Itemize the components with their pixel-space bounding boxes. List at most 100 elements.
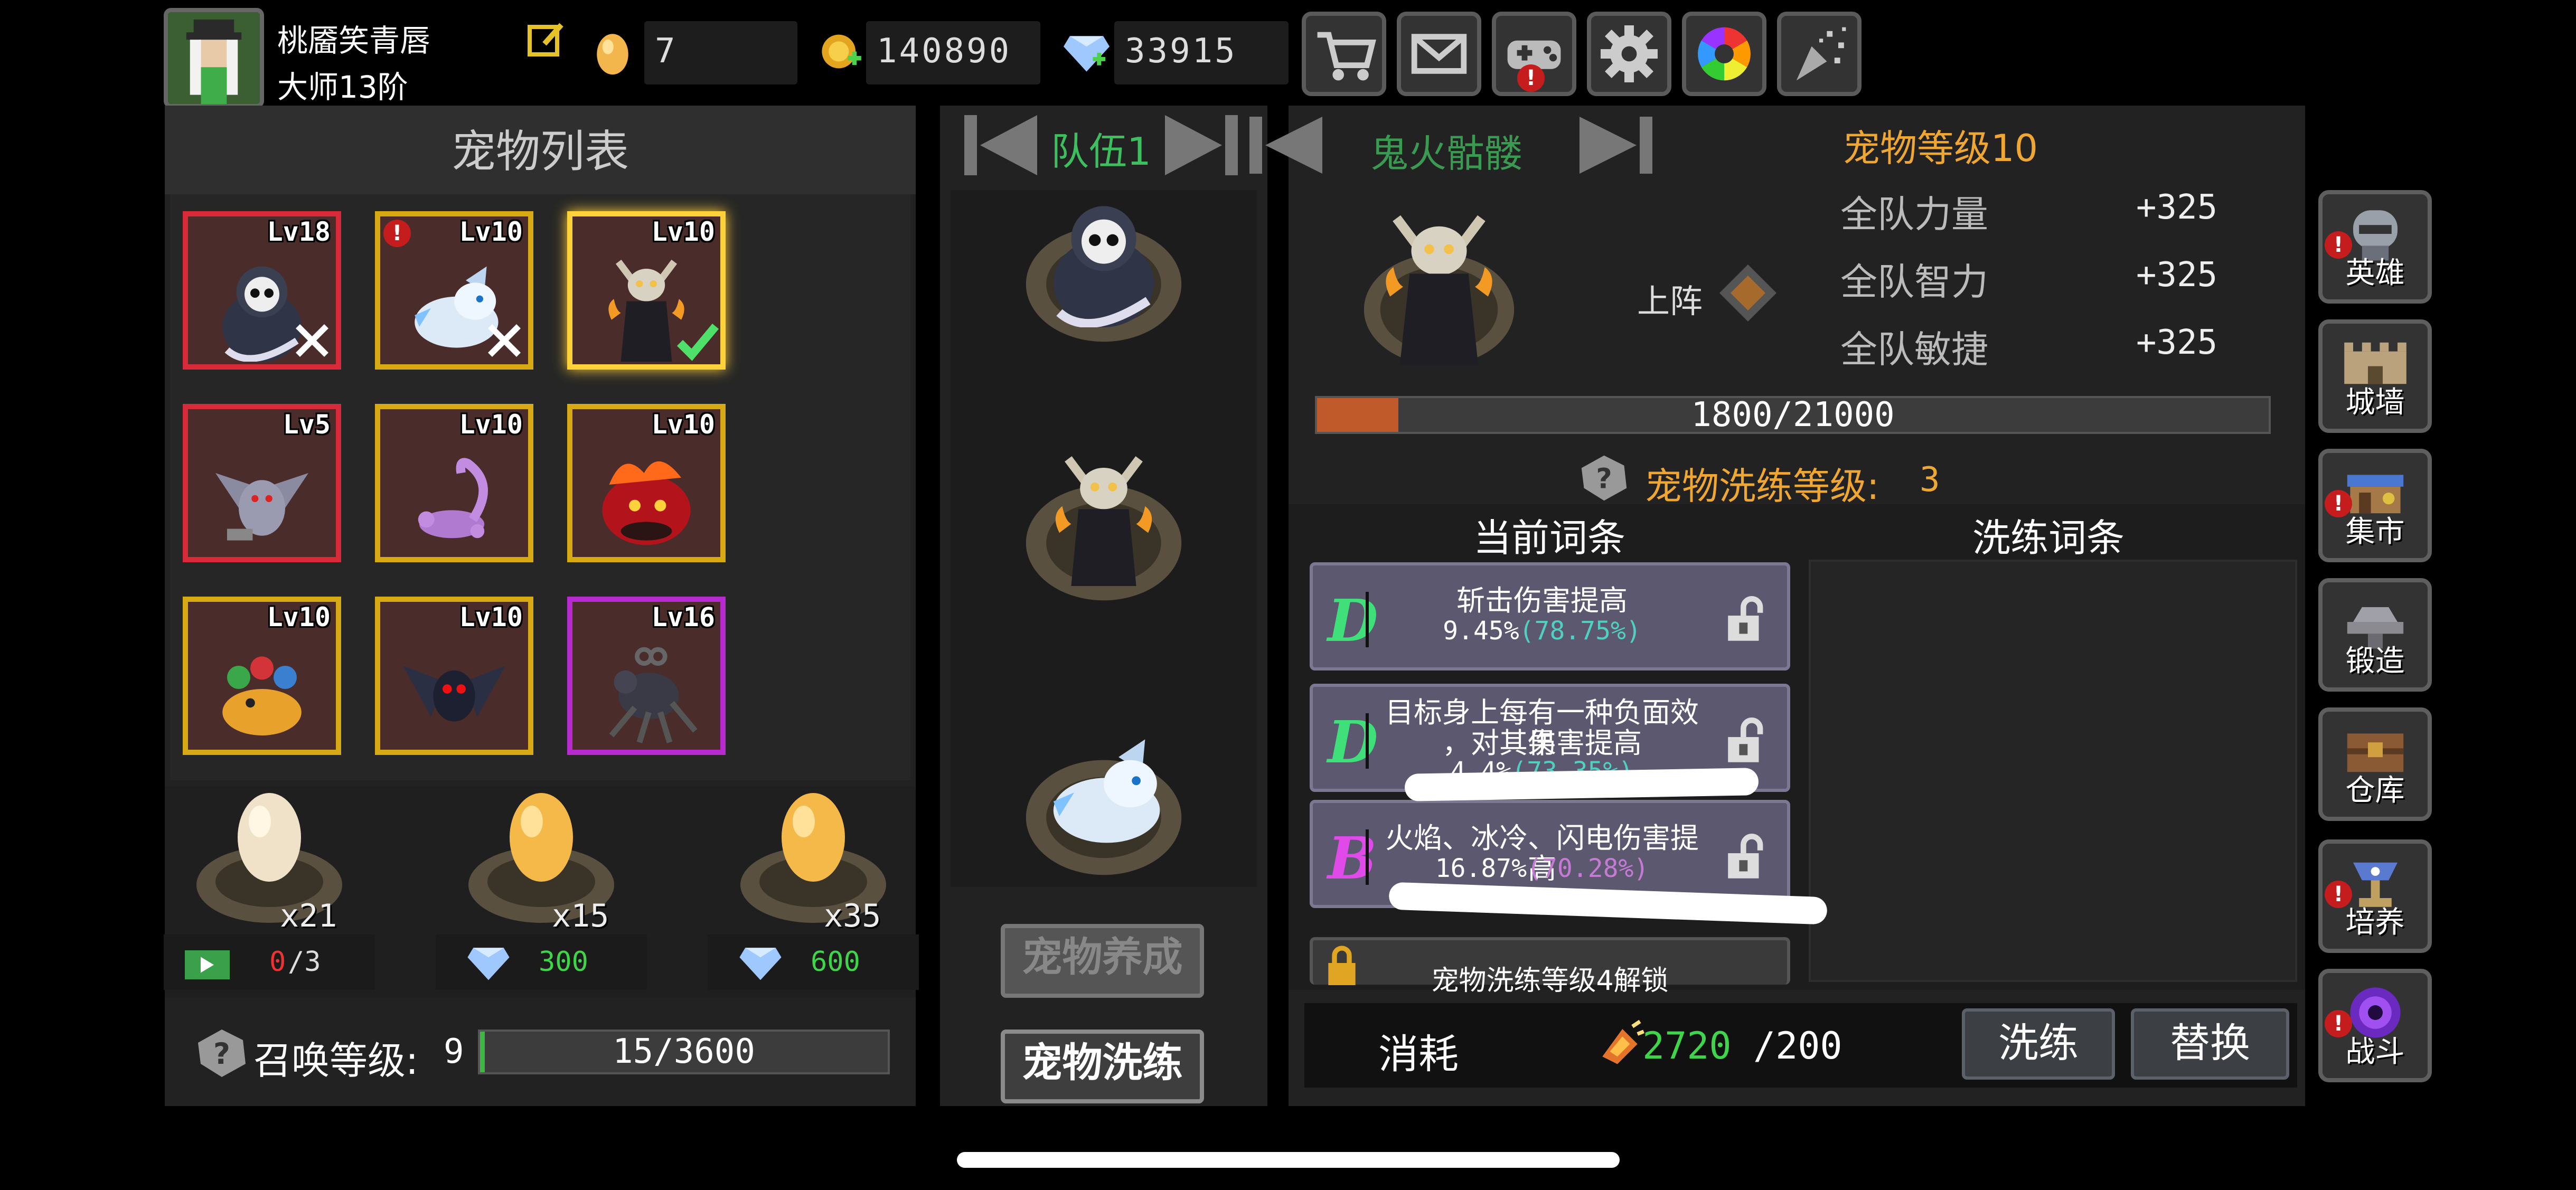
diamond-icon [465,944,512,982]
side-menu-button[interactable]: 战斗! [2318,969,2432,1082]
deploy-label: 上阵 [1637,282,1703,320]
pet-card[interactable]: Lv18 [183,211,341,370]
avatar-portrait-icon [168,12,260,104]
settings-button[interactable] [1587,12,1671,96]
color-wheel-button[interactable] [1682,12,1766,96]
pet-list-title: 宠物列表 [451,126,629,177]
alert-icon: ! [383,220,411,247]
party-popper-icon [1796,27,1846,81]
entry-value: 16.87%(70.28%) [1376,854,1708,883]
crossed-swords-icon [288,317,336,364]
help-icon[interactable]: ? [195,1027,248,1080]
refine-help-icon[interactable]: ? [1579,453,1629,503]
scorpion-icon [391,438,518,554]
pet-card[interactable]: Lv10 [183,597,341,755]
locked-entry-text: 宠物洗练等级4解锁 [1431,965,1669,997]
envelope-icon [1411,34,1467,74]
team-prev-arrow[interactable] [961,108,1040,182]
team-next-arrow[interactable] [1162,108,1241,182]
player-avatar[interactable] [164,8,264,108]
entry-value-percent: (78.75%) [1519,616,1641,646]
equipped-check-icon [673,317,720,364]
pet-refine-tab-button[interactable]: 宠物洗练 [1001,1030,1204,1103]
gold-resource-count: 140890 [877,32,1012,71]
home-indicator[interactable] [957,1152,1620,1168]
unlocked-padlock-icon[interactable] [1724,717,1766,765]
lava-beast-icon [583,438,710,554]
side-menu-button[interactable]: 培养! [2318,839,2432,953]
ghostfire-skeleton-icon [1364,215,1515,365]
summon-progress-text: 15/3600 [613,1032,755,1071]
pet-card[interactable]: Lv10 [375,404,533,562]
side-menu-button[interactable]: 仓库 [2318,707,2432,821]
egg-resource-icon [594,26,631,77]
edit-name-icon[interactable] [525,18,568,61]
alert-icon: ! [2325,490,2352,517]
grade-divider [1366,592,1369,647]
team-slot[interactable] [1017,713,1191,882]
cart-icon [1317,32,1376,81]
refine-button[interactable]: 洗练 [1962,1008,2115,1080]
grade-badge: B [1328,824,1377,892]
entry-name-line2: ，对其伤害提高 [1442,726,1642,760]
pet-level-label: Lv10 [459,409,523,440]
entry-value: 9.45%(78.75%) [1376,616,1708,646]
alert-icon: ! [2325,231,2352,259]
dark-bat-icon [391,631,518,747]
side-menu-button[interactable]: 英雄! [2318,190,2432,304]
entry-value-percent: (70.28%) [1527,854,1649,883]
entry-value-number: 9.45% [1443,616,1519,646]
arrow-left-icon [964,115,1037,175]
summon-cost-value: 600 [811,946,860,978]
video-ad-icon [182,945,235,982]
pet-level-label: Lv10 [651,409,715,440]
gamepad-button[interactable]: ! [1492,12,1576,96]
grade-divider [1366,829,1369,885]
pet-card[interactable]: Lv16 [567,597,726,755]
shop-button[interactable] [1302,12,1386,96]
mail-button[interactable] [1397,12,1481,96]
unlocked-padlock-icon[interactable] [1724,596,1766,644]
egg-count: x35 [824,898,881,934]
summon-cost-value: 300 [539,946,588,978]
party-popper-button[interactable] [1777,12,1862,96]
pet-card[interactable]: Lv10 [567,404,726,562]
stat-value: +325 [2136,256,2218,295]
pet-card[interactable]: Lv10! [375,211,533,370]
pet-level-label: Lv5 [283,409,331,440]
pet-card[interactable]: Lv10 [375,597,533,755]
ad-used-count: 0 [269,946,286,978]
skull-reaper-icon [1030,180,1178,328]
team-slot[interactable] [1017,438,1191,607]
side-menu-label: 仓库 [2345,773,2405,808]
stat-value: +325 [2136,323,2218,362]
refine-entry[interactable]: D 斩击伤害提高 9.45%(78.75%) [1310,562,1790,670]
side-menu-button[interactable]: 集市! [2318,449,2432,562]
player-name: 桃靥笑青唇 [277,23,431,59]
unlocked-padlock-icon[interactable] [1724,834,1766,881]
deploy-button[interactable] [1716,261,1780,325]
side-menu-button[interactable]: 城墙 [2318,319,2432,433]
diamond-icon [737,944,784,982]
gold-coin-icon [819,29,863,74]
arrow-right-icon [1165,115,1238,175]
team-slot[interactable] [1017,180,1191,348]
pet-nurture-button[interactable]: 宠物养成 [1001,924,1204,998]
pet-exp-bar: 1800/21000 [1315,396,2271,434]
side-menu-label: 城墙 [2345,385,2405,420]
pet-next-arrow[interactable] [1576,114,1656,177]
pet-level-label: Lv10 [459,602,523,632]
flower-dragon-icon [199,631,325,747]
pet-card[interactable]: Lv10 [567,211,726,370]
pet-level-label: Lv16 [651,602,715,632]
color-wheel-icon [1698,27,1751,81]
current-entries-header: 当前词条 [1473,516,1626,560]
pet-card[interactable]: Lv5 [183,404,341,562]
pet-prev-arrow[interactable] [1246,114,1325,177]
replace-button[interactable]: 替换 [2131,1008,2289,1080]
player-rank: 大师13阶 [277,69,408,105]
diamond-icon[interactable] [1061,32,1112,74]
cost-need: /200 [1753,1024,1842,1068]
side-menu-button[interactable]: 锻造 [2318,578,2432,692]
alert-icon: ! [2325,881,2352,908]
